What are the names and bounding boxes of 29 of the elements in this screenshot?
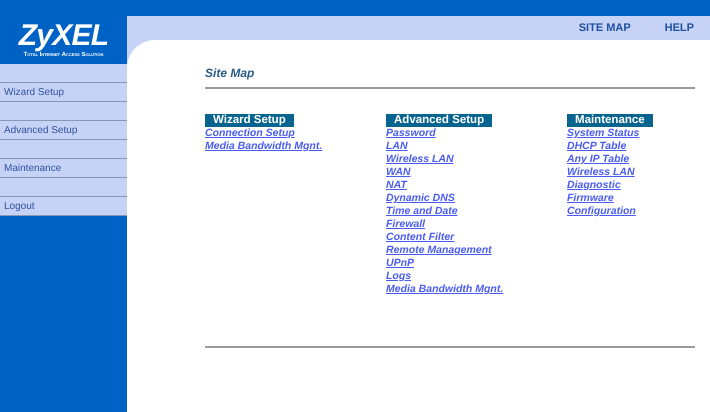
sitemap-link[interactable]: System Status [567,127,640,140]
sitemap-link[interactable]: Configuration [567,205,636,218]
sitemap-link[interactable]: DHCP Table [567,140,626,153]
sitemap-link[interactable]: Connection Setup [205,127,295,140]
section-heading: Maintenance [567,114,653,127]
sitemap-link[interactable]: Content Filter [386,231,454,244]
sitemap-link[interactable]: Logs [386,270,412,283]
logo-wordmark: ZyXEL [18,21,108,51]
sitemap-link[interactable]: Firmware [567,192,614,205]
sitemap-link[interactable]: LAN [386,140,408,153]
sitemap-link[interactable]: Wireless LAN [386,153,454,166]
sitemap-link[interactable]: Password [386,127,436,140]
sitemap-link[interactable]: WAN [386,166,410,179]
sitemap-link[interactable]: UPnP [386,257,414,270]
top-nav-link[interactable]: SITE MAP [578,20,631,36]
page-title: Site Map [205,65,256,81]
top-nav-link[interactable]: HELP [664,20,694,36]
sitemap-link[interactable]: Diagnostic [567,179,621,192]
sitemap-link[interactable]: Media Bandwidth Mgnt. [205,140,322,153]
sitemap-link[interactable]: Media Bandwidth Mgnt. [386,283,504,296]
sitemap-link[interactable]: Any IP Table [567,153,630,166]
section-heading: Advanced Setup [386,114,492,127]
sitemap-link[interactable]: Time and Date [386,205,458,218]
sitemap-link[interactable]: Wireless LAN [567,166,635,179]
section-heading: Wizard Setup [205,114,294,127]
sitemap-link[interactable]: Remote Management [386,244,492,257]
sitemap-link[interactable]: NAT [386,179,407,192]
sitemap-link[interactable]: Dynamic DNS [386,192,455,205]
sitemap-link[interactable]: Firewall [386,218,426,231]
